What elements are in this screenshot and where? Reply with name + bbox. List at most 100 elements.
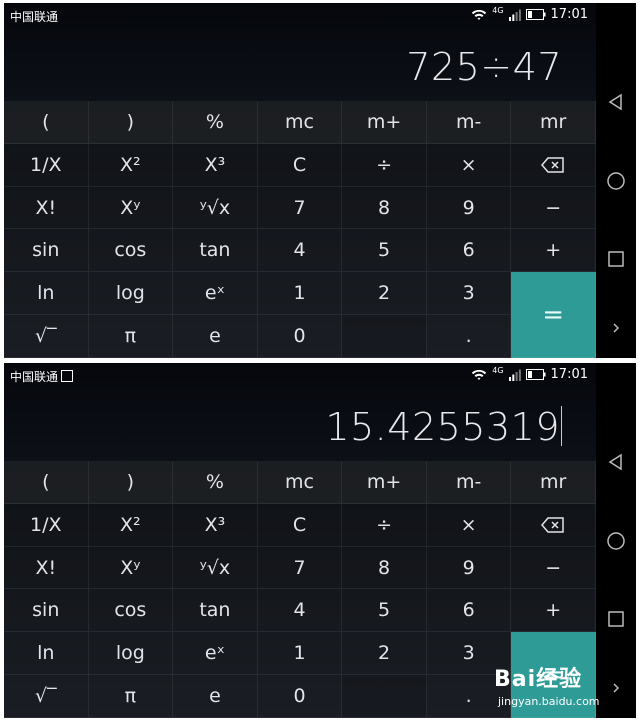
key-percent[interactable]: %: [173, 461, 258, 504]
home-circle-icon[interactable]: [596, 171, 636, 191]
key-factorial[interactable]: X!: [4, 186, 89, 230]
key-root[interactable]: ʸ√x: [173, 546, 258, 590]
key-sin[interactable]: sin: [4, 589, 89, 633]
key-close-paren[interactable]: ): [88, 461, 174, 504]
back-triangle-icon[interactable]: [596, 453, 636, 471]
key-cos[interactable]: cos: [88, 229, 174, 273]
key-square[interactable]: X²: [88, 503, 174, 547]
key-percent[interactable]: %: [173, 101, 258, 144]
key-sin[interactable]: sin: [4, 229, 89, 273]
key-pi[interactable]: π: [88, 315, 174, 358]
key-backspace[interactable]: [511, 143, 596, 187]
network-type: 4G: [492, 366, 504, 375]
home-circle-icon[interactable]: [596, 531, 636, 551]
key-power[interactable]: Xʸ: [88, 186, 174, 230]
key-minus[interactable]: −: [511, 186, 596, 230]
battery-icon: [525, 369, 546, 380]
key-backspace[interactable]: [511, 503, 596, 547]
calculator-screen: 中国联通 4G 17:01 725÷47 ( ) % mc m+ m- mr 1…: [4, 3, 596, 358]
back-triangle-icon[interactable]: [596, 93, 636, 111]
key-cube[interactable]: X³: [173, 143, 258, 187]
key-m-plus[interactable]: m+: [342, 461, 427, 504]
battery-icon: [525, 9, 546, 20]
key-equals[interactable]: =: [511, 272, 596, 358]
display-text: 725÷47: [406, 45, 562, 89]
nav-bar: [596, 3, 636, 358]
key-3[interactable]: 3: [426, 272, 512, 316]
key-exp[interactable]: eˣ: [173, 272, 258, 316]
watermark-brand: Bai经验: [494, 667, 583, 692]
key-8[interactable]: 8: [342, 546, 427, 590]
key-5[interactable]: 5: [342, 589, 427, 633]
key-reciprocal[interactable]: 1/X: [4, 143, 89, 187]
key-tan[interactable]: tan: [173, 589, 258, 633]
key-open-paren[interactable]: (: [4, 461, 89, 504]
key-decimal[interactable]: .: [426, 315, 512, 358]
status-bar: 中国联通 4G 17:01: [4, 3, 596, 27]
text-cursor: [561, 406, 562, 446]
key-0[interactable]: 0: [257, 675, 343, 718]
key-2[interactable]: 2: [342, 632, 427, 676]
key-plus[interactable]: +: [511, 589, 596, 633]
key-m-minus[interactable]: m-: [426, 101, 512, 144]
key-mc[interactable]: mc: [257, 101, 343, 144]
key-7[interactable]: 7: [257, 186, 343, 230]
key-factorial[interactable]: X!: [4, 546, 89, 590]
recents-square-icon[interactable]: [596, 611, 636, 627]
key-divide[interactable]: ÷: [342, 503, 427, 547]
key-cos[interactable]: cos: [88, 589, 174, 633]
key-6[interactable]: 6: [426, 589, 512, 633]
key-8[interactable]: 8: [342, 186, 427, 230]
key-multiply[interactable]: ×: [426, 143, 512, 187]
key-1[interactable]: 1: [257, 632, 343, 676]
key-mr[interactable]: mr: [511, 101, 596, 144]
key-0[interactable]: 0: [257, 315, 343, 358]
key-ln[interactable]: ln: [4, 272, 89, 316]
key-2[interactable]: 2: [342, 272, 427, 316]
key-divide[interactable]: ÷: [342, 143, 427, 187]
key-9[interactable]: 9: [426, 546, 512, 590]
key-log[interactable]: log: [88, 272, 174, 316]
key-log[interactable]: log: [88, 632, 174, 676]
key-ln[interactable]: ln: [4, 632, 89, 676]
key-tan[interactable]: tan: [173, 229, 258, 273]
baidu-jingyan-watermark: Bai经验 jingyan.baidu.com: [490, 655, 630, 715]
display-text: 15.4255319: [325, 405, 560, 449]
key-4[interactable]: 4: [257, 589, 343, 633]
key-sqrt[interactable]: √‾: [4, 315, 89, 358]
key-root[interactable]: ʸ√x: [173, 186, 258, 230]
key-9[interactable]: 9: [426, 186, 512, 230]
key-e[interactable]: e: [173, 675, 258, 718]
wifi-icon: [472, 369, 487, 380]
recents-square-icon[interactable]: [596, 251, 636, 267]
key-m-plus[interactable]: m+: [342, 101, 427, 144]
key-power[interactable]: Xʸ: [88, 546, 174, 590]
key-reciprocal[interactable]: 1/X: [4, 503, 89, 547]
key-multiply[interactable]: ×: [426, 503, 512, 547]
key-sqrt[interactable]: √‾: [4, 675, 89, 718]
chevron-right-icon[interactable]: [596, 321, 636, 335]
key-1[interactable]: 1: [257, 272, 343, 316]
network-type: 4G: [492, 6, 504, 15]
key-plus[interactable]: +: [511, 229, 596, 273]
gallery-notification-icon: [61, 370, 74, 382]
key-4[interactable]: 4: [257, 229, 343, 273]
key-e[interactable]: e: [173, 315, 258, 358]
key-6[interactable]: 6: [426, 229, 512, 273]
key-cube[interactable]: X³: [173, 503, 258, 547]
key-pi[interactable]: π: [88, 675, 174, 718]
key-5[interactable]: 5: [342, 229, 427, 273]
key-clear[interactable]: C: [257, 143, 343, 187]
key-m-minus[interactable]: m-: [426, 461, 512, 504]
key-exp[interactable]: eˣ: [173, 632, 258, 676]
key-7[interactable]: 7: [257, 546, 343, 590]
key-close-paren[interactable]: ): [88, 101, 174, 144]
key-minus[interactable]: −: [511, 546, 596, 590]
key-clear[interactable]: C: [257, 503, 343, 547]
key-mr[interactable]: mr: [511, 461, 596, 504]
expression-display: 725÷47: [406, 45, 562, 89]
key-open-paren[interactable]: (: [4, 101, 89, 144]
result-display: 15.4255319: [325, 405, 562, 449]
key-square[interactable]: X²: [88, 143, 174, 187]
key-mc[interactable]: mc: [257, 461, 343, 504]
